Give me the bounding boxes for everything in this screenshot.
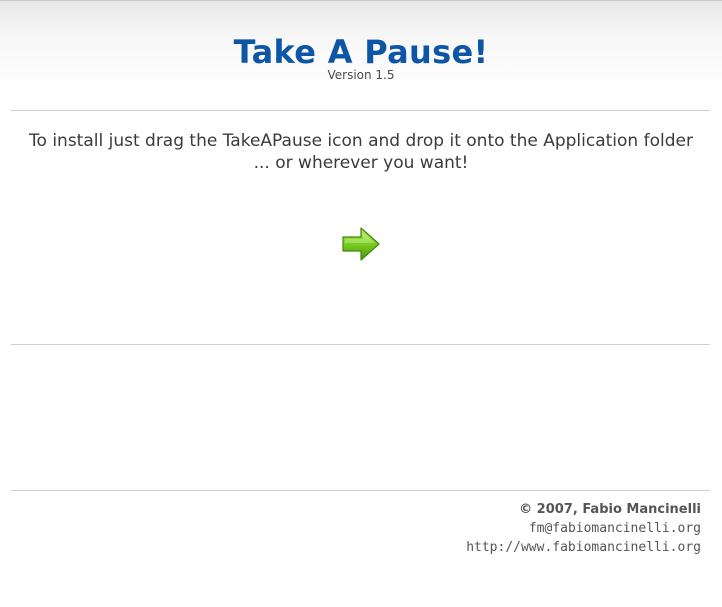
divider-bottom xyxy=(11,490,710,491)
installer-window: Take A Pause! Version 1.5 To install jus… xyxy=(0,0,722,607)
right-arrow-icon xyxy=(342,227,380,261)
footer-credits: © 2007, Fabio Mancinelli fm@fabiomancine… xyxy=(466,501,701,557)
install-instructions: To install just drag the TakeAPause icon… xyxy=(0,130,722,174)
instruction-line-1: To install just drag the TakeAPause icon… xyxy=(29,131,693,151)
instruction-line-2: ... or wherever you want! xyxy=(253,153,469,173)
version-label: Version 1.5 xyxy=(327,68,395,82)
divider-middle xyxy=(11,344,710,345)
app-title: Take A Pause! xyxy=(233,33,489,71)
author-website: http://www.fabiomancinelli.org xyxy=(466,540,701,555)
divider-top xyxy=(11,110,710,111)
copyright-text: © 2007, Fabio Mancinelli xyxy=(519,502,701,517)
author-email: fm@fabiomancinelli.org xyxy=(528,521,701,536)
